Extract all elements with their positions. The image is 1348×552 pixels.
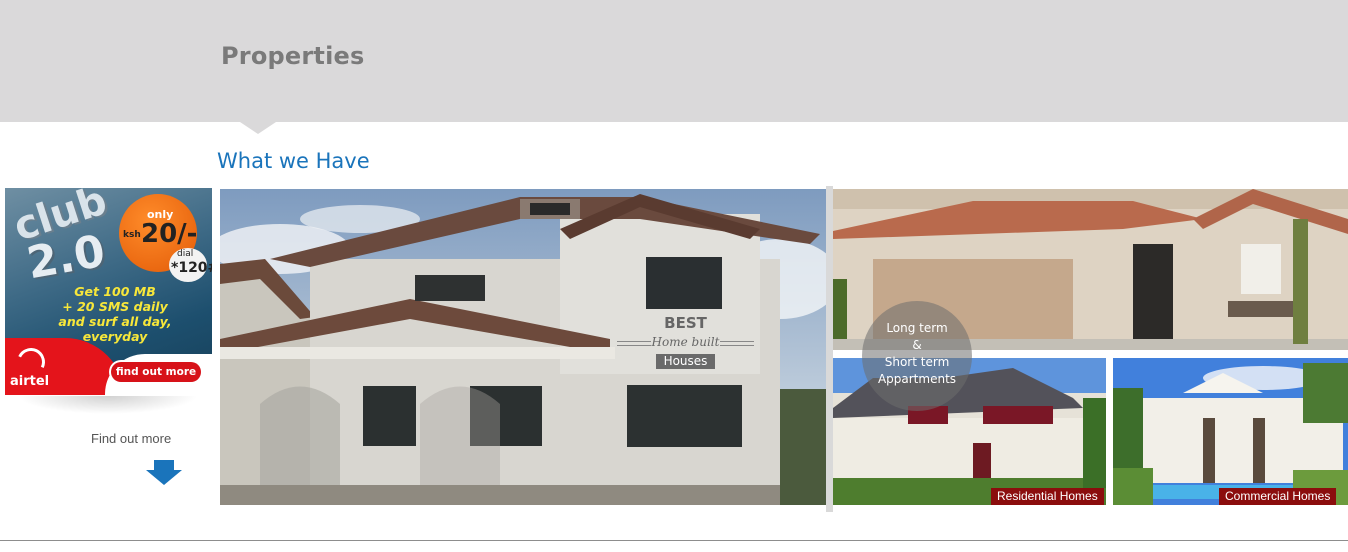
page-title: Properties	[221, 42, 365, 70]
ad-copy-line: Get 100 MB	[74, 284, 156, 299]
residential-homes-label[interactable]: Residential Homes	[991, 488, 1104, 505]
airtel-wordmark: airtel	[10, 374, 50, 389]
ad-shadow	[18, 396, 198, 414]
section-heading: What we Have	[217, 149, 370, 173]
commercial-homes-label[interactable]: Commercial Homes	[1219, 488, 1337, 505]
overlay-line: Long term	[886, 321, 948, 335]
decorative-rule	[720, 341, 754, 346]
page-header: Properties	[0, 0, 1348, 122]
ad-dial-label: dial	[177, 249, 194, 259]
ad-copy-line: and surf all day,	[58, 314, 172, 329]
overlay-line: Short term	[884, 355, 950, 369]
airtel-ad-banner[interactable]: club 2.0 only ksh 20/- dial *120# Get 10…	[5, 188, 212, 395]
ad-dial-code: *120#	[171, 260, 212, 276]
ad-currency-text: ksh	[123, 230, 141, 240]
footer-divider	[0, 540, 1348, 541]
ad-copy: Get 100 MB + 20 SMS daily and surf all d…	[45, 284, 185, 344]
best-text: BEST	[664, 314, 707, 332]
overlay-line: &	[912, 338, 922, 352]
find-out-more-link[interactable]: Find out more	[91, 431, 171, 446]
ad-copy-line: + 20 SMS daily	[62, 299, 168, 314]
header-pointer	[240, 122, 276, 134]
best-home-built-label: BEST Home built Houses	[613, 310, 758, 382]
gallery-divider	[826, 186, 833, 512]
houses-badge: Houses	[656, 354, 715, 369]
commercial-homes-photo[interactable]	[1113, 358, 1348, 505]
commercial-illustration	[1113, 358, 1348, 505]
arrow-down-icon[interactable]	[146, 460, 182, 485]
apartments-overlay-text: Long term & Short term Appartments	[862, 320, 972, 388]
overlay-line: Appartments	[877, 372, 957, 386]
ad-price-text: 20/-	[141, 219, 198, 249]
ad-find-out-more-button[interactable]: find out more	[111, 362, 201, 382]
